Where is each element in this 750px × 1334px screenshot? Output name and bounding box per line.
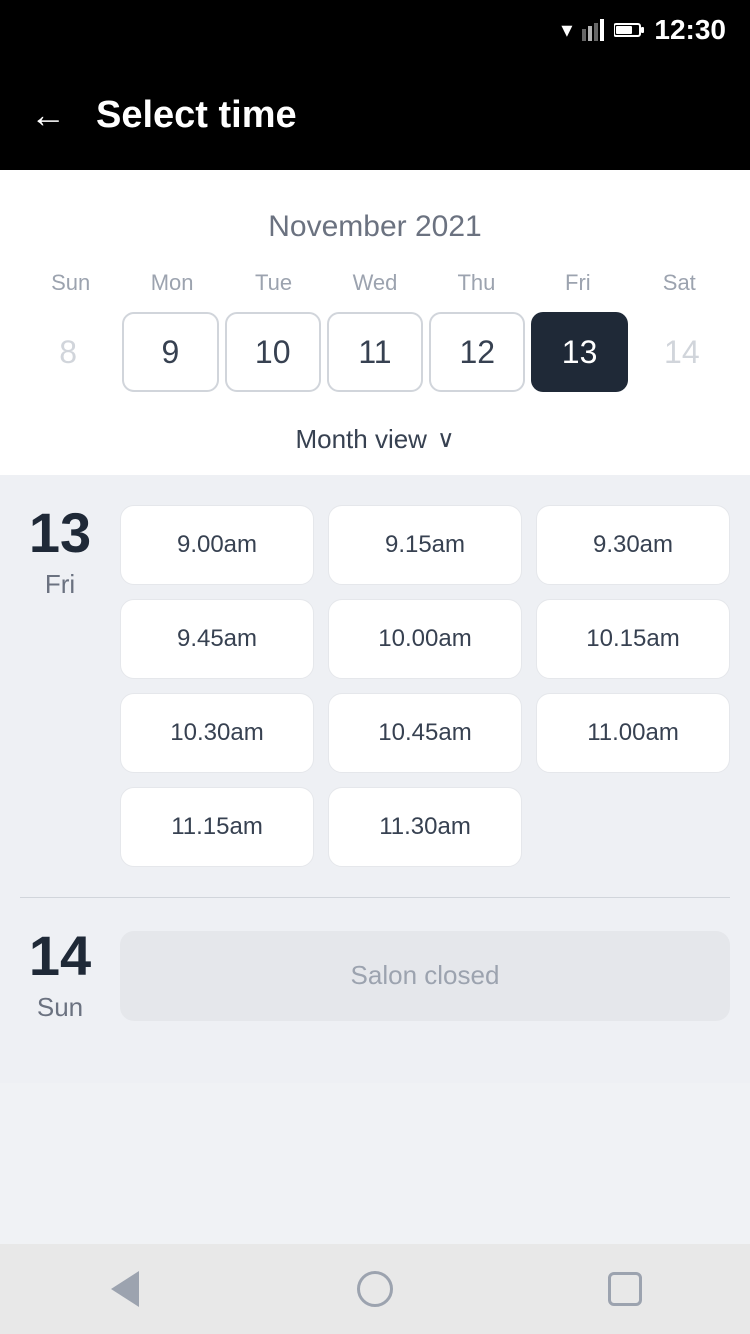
date-label-13: 13 Fri (20, 505, 100, 600)
day-cell-14: 14 (634, 312, 730, 392)
main-content: November 2021 Sun Mon Tue Wed Thu Fri Sa… (0, 170, 750, 1173)
month-view-toggle[interactable]: Month view ∨ (20, 408, 730, 475)
time-section: 13 Fri 9.00am 9.15am 9.30am 9.45am 10.00… (0, 475, 750, 1083)
day-cell-11[interactable]: 11 (327, 312, 423, 392)
date-number-14: 14 (29, 928, 91, 984)
signal-icon (582, 19, 604, 41)
time-slots-13: 9.00am 9.15am 9.30am 9.45am 10.00am 10.1… (120, 505, 730, 867)
day-cell-10[interactable]: 10 (225, 312, 321, 392)
day-cell-13[interactable]: 13 (531, 312, 627, 392)
time-slot-1115am[interactable]: 11.15am (120, 787, 314, 867)
time-slot-1015am[interactable]: 10.15am (536, 599, 730, 679)
time-slot-1030am[interactable]: 10.30am (120, 693, 314, 773)
time-slots-grid-13: 9.00am 9.15am 9.30am 9.45am 10.00am 10.1… (120, 505, 730, 867)
nav-home-button[interactable] (345, 1259, 405, 1319)
date-dayname-14: Sun (37, 992, 83, 1023)
status-time: 12:30 (654, 14, 726, 46)
day-header-mon: Mon (121, 264, 222, 302)
day-header-tue: Tue (223, 264, 324, 302)
time-slot-945am[interactable]: 9.45am (120, 599, 314, 679)
time-slot-915am[interactable]: 9.15am (328, 505, 522, 585)
day-cell-8: 8 (20, 312, 116, 392)
app-header: ← Select time (0, 60, 750, 170)
day-cell-12[interactable]: 12 (429, 312, 525, 392)
day-headers: Sun Mon Tue Wed Thu Fri Sat (20, 264, 730, 302)
chevron-down-icon: ∨ (437, 425, 455, 454)
section-divider (20, 897, 730, 898)
wifi-icon: ▾ (561, 17, 572, 43)
day-header-sat: Sat (629, 264, 730, 302)
date-block-14: 14 Sun Salon closed (20, 928, 730, 1023)
back-triangle-icon (111, 1271, 139, 1307)
time-slot-1130am[interactable]: 11.30am (328, 787, 522, 867)
date-dayname-13: Fri (45, 569, 75, 600)
date-label-14: 14 Sun (20, 928, 100, 1023)
time-slot-930am[interactable]: 9.30am (536, 505, 730, 585)
battery-icon (614, 22, 644, 38)
nav-recents-button[interactable] (595, 1259, 655, 1319)
date-number-13: 13 (29, 505, 91, 561)
time-slot-1045am[interactable]: 10.45am (328, 693, 522, 773)
back-button[interactable]: ← (30, 94, 66, 136)
day-cell-9[interactable]: 9 (122, 312, 218, 392)
time-slot-900am[interactable]: 9.00am (120, 505, 314, 585)
page-title: Select time (96, 94, 297, 137)
nav-back-button[interactable] (95, 1259, 155, 1319)
date-block-13: 13 Fri 9.00am 9.15am 9.30am 9.45am 10.00… (20, 505, 730, 867)
salon-closed-message: Salon closed (120, 931, 730, 1021)
month-view-label: Month view (295, 424, 427, 455)
time-slot-1000am[interactable]: 10.00am (328, 599, 522, 679)
day-header-thu: Thu (426, 264, 527, 302)
bottom-nav (0, 1244, 750, 1334)
day-row: 8 9 10 11 12 13 14 (20, 312, 730, 392)
status-bar: ▾ 12:30 (0, 0, 750, 60)
day-header-wed: Wed (324, 264, 425, 302)
time-slot-1100am[interactable]: 11.00am (536, 693, 730, 773)
status-icons: ▾ 12:30 (561, 14, 726, 46)
home-circle-icon (357, 1271, 393, 1307)
closed-row-14: 14 Sun Salon closed (20, 928, 730, 1023)
calendar-section: November 2021 Sun Mon Tue Wed Thu Fri Sa… (0, 170, 750, 475)
day-header-fri: Fri (527, 264, 628, 302)
recents-square-icon (608, 1272, 642, 1306)
month-year-title: November 2021 (20, 190, 730, 264)
day-header-sun: Sun (20, 264, 121, 302)
